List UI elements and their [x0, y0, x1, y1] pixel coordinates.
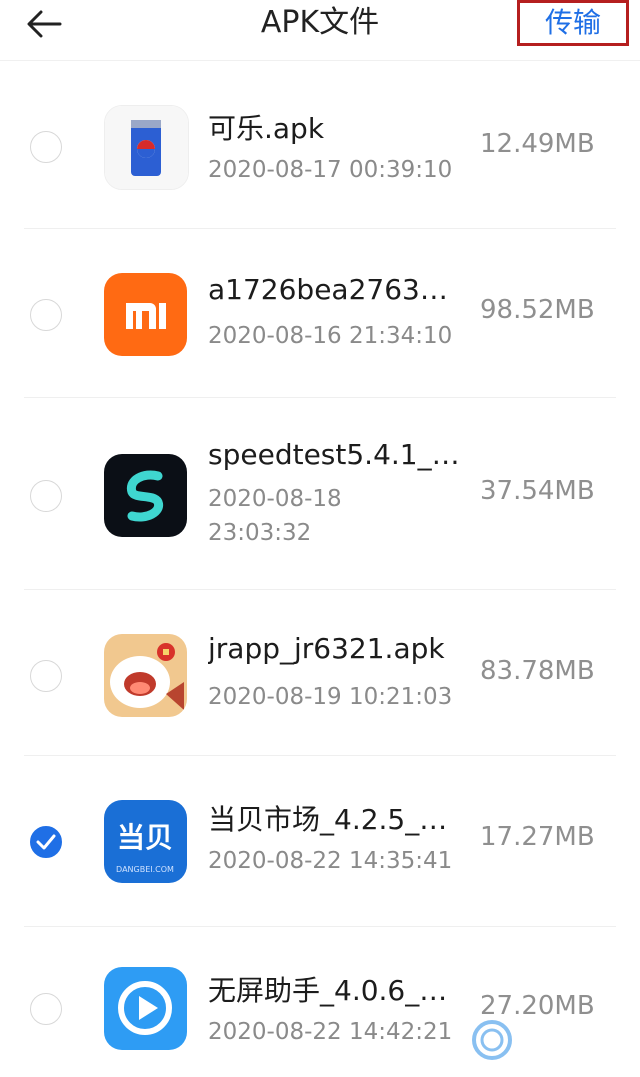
file-row[interactable]: 可乐.apk 2020-08-17 00:39:10 12.49MB: [0, 61, 640, 229]
file-size: 12.49MB: [480, 129, 595, 159]
wuping-app-icon: [104, 967, 187, 1050]
file-date: 2020-08-22 14:42:21: [208, 1019, 453, 1045]
file-row[interactable]: speedtest5.4.1_… 2020-08-18 23:03:32 37.54…: [0, 398, 640, 590]
file-row[interactable]: 当贝 DANGBEI.COM 当贝市场_4.2.5_… 2020-08-22 14:3…: [0, 756, 640, 927]
checkbox[interactable]: [30, 993, 62, 1025]
file-row[interactable]: jrapp_jr6321.apk 2020-08-19 10:21:03 83.78…: [0, 590, 640, 756]
file-size: 98.52MB: [480, 295, 595, 325]
top-bar: APK文件 传输: [0, 0, 640, 61]
checkmark-icon: [36, 834, 56, 850]
file-row[interactable]: a1726bea2763ac… 2020-08-16 21:34:10 98.52M…: [0, 229, 640, 398]
checkbox-checked[interactable]: [30, 826, 62, 858]
file-name: speedtest5.4.1_…: [208, 438, 460, 471]
file-name: a1726bea2763ac…: [208, 273, 464, 306]
file-size: 17.27MB: [480, 822, 595, 852]
file-name: jrapp_jr6321.apk: [208, 632, 445, 665]
jrapp-app-icon: [104, 634, 187, 717]
transfer-button[interactable]: 传输: [517, 0, 629, 46]
watermark-logo: [470, 1010, 630, 1065]
svg-text:当贝: 当贝: [117, 821, 173, 854]
checkbox[interactable]: [30, 660, 62, 692]
file-date: 2020-08-18 23:03:32: [208, 486, 342, 546]
dangbei-app-icon: 当贝 DANGBEI.COM: [104, 800, 187, 883]
file-size: 37.54MB: [480, 476, 595, 506]
file-date: 2020-08-19 10:21:03: [208, 684, 453, 710]
checkbox[interactable]: [30, 131, 62, 163]
checkbox[interactable]: [30, 480, 62, 512]
file-date: 2020-08-17 00:39:10: [208, 157, 453, 183]
mi-app-icon: [104, 273, 187, 356]
svg-text:DANGBEI.COM: DANGBEI.COM: [116, 865, 174, 874]
file-date: 2020-08-16 21:34:10: [208, 323, 453, 349]
file-name: 无屏助手_4.0.6_…: [208, 974, 448, 1007]
speedtest-app-icon: [104, 454, 187, 537]
checkbox[interactable]: [30, 299, 62, 331]
file-name: 可乐.apk: [208, 112, 325, 145]
file-date: 2020-08-22 14:35:41: [208, 848, 453, 874]
file-size: 83.78MB: [480, 656, 595, 686]
file-name: 当贝市场_4.2.5_…: [208, 803, 448, 836]
pepsi-app-icon: [104, 105, 189, 190]
